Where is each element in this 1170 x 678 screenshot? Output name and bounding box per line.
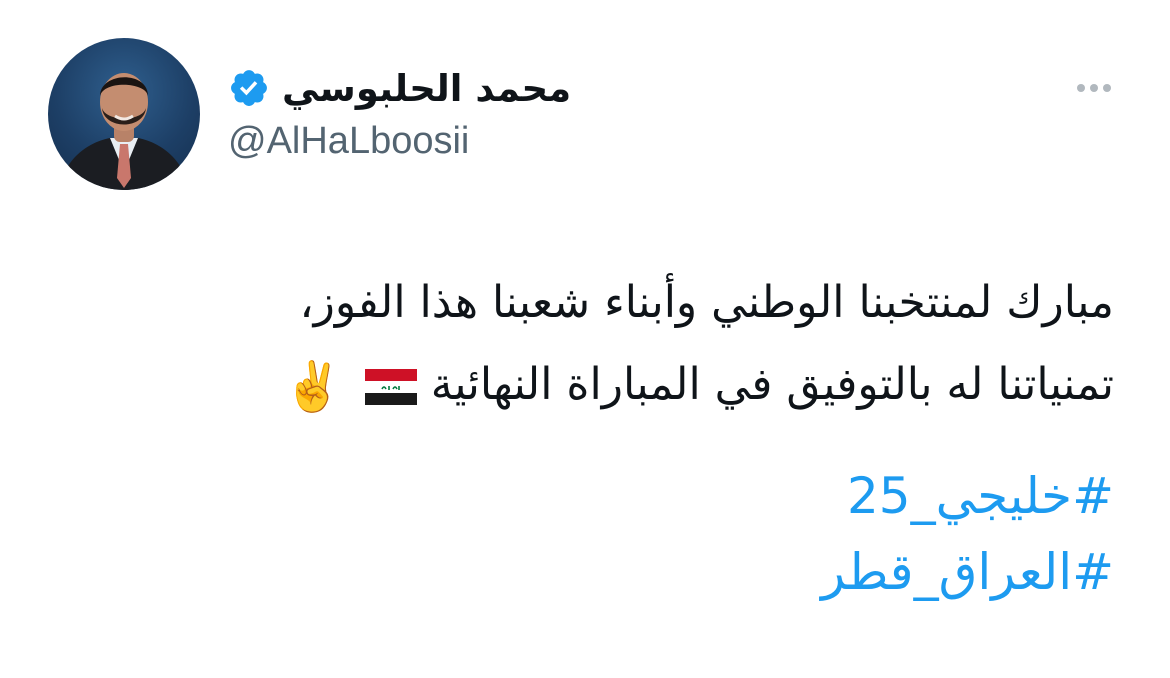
author-display-name[interactable]: محمد الحلبوسي	[282, 70, 571, 107]
tweet-text-line-1: مبارك لمنتخبنا الوطني وأبناء شعبنا هذا ا…	[299, 277, 1114, 328]
hashtag-link[interactable]: #خليجي_25	[821, 458, 1114, 534]
hashtags: #خليجي_25 #العراق_قطر	[821, 458, 1114, 610]
tweet-text-line-2: تمنياتنا له بالتوفيق في المباراة النهائي…	[54, 344, 1114, 428]
more-horizontal-icon	[1077, 84, 1111, 92]
hashtag-link[interactable]: #العراق_قطر	[821, 534, 1114, 610]
profile-photo	[58, 73, 190, 190]
tweet-text-line-2-text: تمنياتنا له بالتوفيق في المباراة النهائي…	[430, 359, 1114, 410]
author-name-row: محمد الحلبوسي	[228, 56, 571, 120]
iraq-flag-icon	[364, 369, 417, 405]
tweet-text: مبارك لمنتخبنا الوطني وأبناء شعبنا هذا ا…	[54, 262, 1114, 428]
author-block: محمد الحلبوسي @AlHaLboosii	[228, 56, 571, 161]
author-handle[interactable]: @AlHaLboosii	[228, 122, 571, 160]
verified-badge-icon	[228, 67, 270, 109]
more-options-button[interactable]	[1068, 76, 1120, 100]
avatar[interactable]	[48, 38, 200, 190]
tweet-card: محمد الحلبوسي @AlHaLboosii مبارك لمنتخبن…	[0, 0, 1170, 678]
victory-hand-emoji: ✌️	[282, 359, 343, 415]
